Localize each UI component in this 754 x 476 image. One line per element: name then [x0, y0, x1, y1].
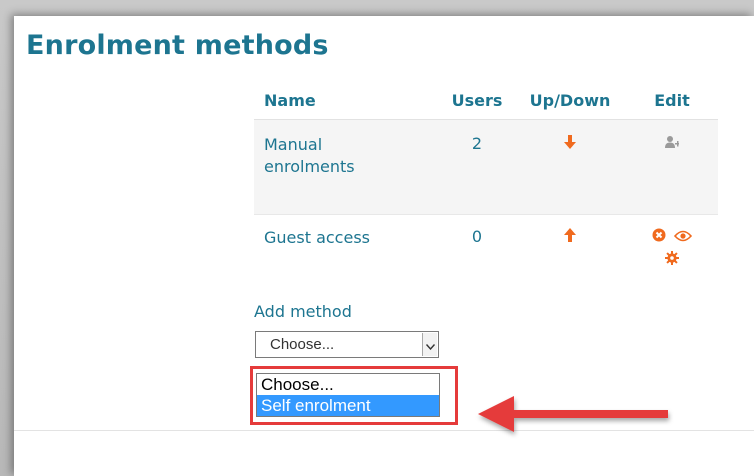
enrolment-methods-table: Name Users Up/Down Edit Manual enrolment… [254, 82, 718, 293]
callout-arrow-icon [478, 396, 668, 432]
select-dropdown-button[interactable] [422, 333, 437, 356]
delete-icon[interactable] [652, 227, 666, 246]
header-name: Name [254, 82, 440, 120]
header-users: Users [440, 82, 514, 120]
add-method-label: Add method [254, 302, 352, 321]
settings-gear-icon[interactable] [665, 250, 679, 269]
arrow-down-icon[interactable] [563, 134, 577, 154]
show-hide-eye-icon[interactable] [673, 227, 693, 246]
arrow-up-icon[interactable] [563, 227, 577, 247]
callout-highlight-box [250, 366, 458, 425]
header-edit: Edit [626, 82, 718, 120]
enrol-users-icon[interactable] [665, 134, 679, 153]
select-current-value: Choose... [270, 336, 335, 353]
add-method-select[interactable]: Choose... [255, 331, 439, 358]
page-title: Enrolment methods [26, 30, 329, 61]
table-row-manual: Manual enrolments 2 [254, 119, 718, 215]
method-name-link[interactable]: Manual enrolments [264, 134, 374, 178]
method-name-link[interactable]: Guest access [264, 227, 370, 249]
table-row-guest: Guest access 0 [254, 214, 718, 293]
table-header-row: Name Users Up/Down Edit [254, 82, 718, 120]
edit-icons-group [652, 227, 693, 269]
users-count: 2 [471, 134, 483, 153]
chevron-down-icon [425, 335, 435, 354]
header-updown: Up/Down [514, 82, 626, 120]
users-count: 0 [471, 227, 483, 246]
